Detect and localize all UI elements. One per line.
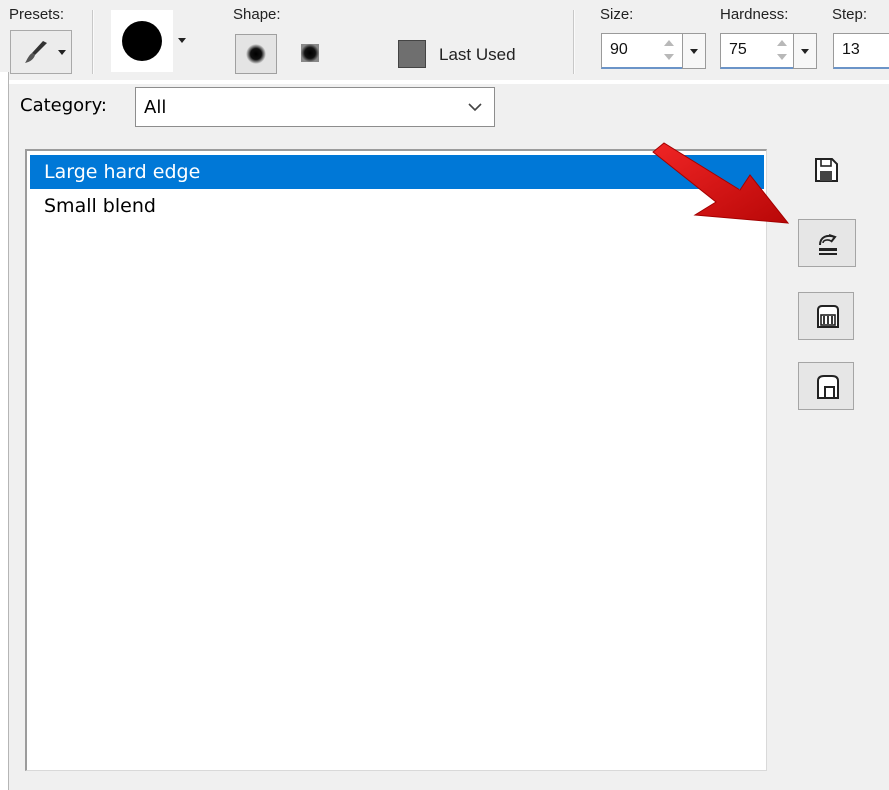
chevron-down-icon [468, 103, 482, 112]
round-shape-icon [246, 44, 266, 64]
presets-label: Presets: [9, 6, 65, 23]
delete-preset-button[interactable] [798, 362, 854, 410]
preset-list[interactable]: Large hard edge Small blend [25, 149, 767, 771]
hardness-spin-arrows-icon[interactable] [773, 36, 791, 66]
category-select[interactable]: All [135, 87, 495, 127]
last-used-color-swatch[interactable] [398, 40, 426, 68]
toolbar-separator [573, 10, 575, 74]
chevron-down-icon[interactable] [178, 38, 186, 43]
size-dropdown-button[interactable] [682, 33, 706, 69]
size-spin-arrows-icon[interactable] [660, 36, 678, 66]
presets-dropdown-button[interactable] [10, 30, 72, 74]
round-brush-icon [122, 21, 162, 61]
window-left-edge [0, 72, 9, 790]
category-value: All [144, 97, 167, 118]
annotation-arrow-icon [652, 142, 790, 224]
chevron-down-icon [801, 49, 809, 54]
hardness-label: Hardness: [720, 6, 789, 23]
load-preset-icon [819, 234, 837, 255]
step-spinbox[interactable]: 13 [833, 33, 889, 69]
delete-preset-icon [817, 375, 839, 399]
preset-name: Large hard edge [44, 161, 201, 183]
step-value: 13 [842, 41, 860, 58]
save-as-icon [817, 305, 839, 328]
tool-options-bar: Presets: Shape: Last Used Size: 90 Hardn… [0, 0, 889, 80]
size-label: Size: [600, 6, 634, 23]
chevron-down-icon [58, 50, 66, 55]
chevron-down-icon [690, 49, 698, 54]
square-shape-button[interactable] [290, 34, 332, 74]
save-preset-button[interactable] [798, 146, 856, 194]
brush-tip-preview[interactable] [111, 10, 173, 72]
last-used-label: Last Used [439, 45, 516, 64]
square-shape-icon [301, 44, 319, 62]
hardness-spinbox[interactable]: 75 [720, 33, 794, 69]
step-label: Step: [832, 6, 868, 23]
shape-label: Shape: [233, 6, 281, 23]
save-as-preset-button[interactable] [798, 292, 854, 340]
round-shape-button[interactable] [235, 34, 277, 74]
hardness-value: 75 [729, 41, 747, 58]
category-label: Category: [20, 95, 107, 116]
size-value: 90 [610, 41, 628, 58]
load-preset-button[interactable] [798, 219, 856, 267]
hardness-dropdown-button[interactable] [793, 33, 817, 69]
save-icon [815, 158, 838, 182]
size-spinbox[interactable]: 90 [601, 33, 683, 69]
paintbrush-icon [25, 41, 47, 63]
preset-name: Small blend [44, 195, 156, 217]
toolbar-separator [92, 10, 94, 74]
